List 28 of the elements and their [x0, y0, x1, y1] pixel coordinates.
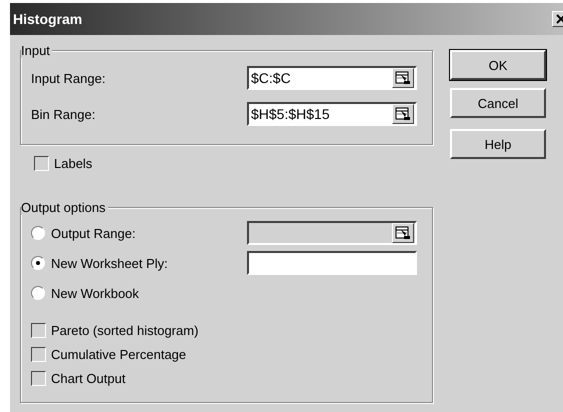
window-title: Histogram [13, 11, 82, 27]
group-title: Input [21, 43, 52, 58]
checkbox-label: Pareto (sorted histogram) [51, 322, 198, 338]
field-label: Input Range: [31, 70, 106, 86]
checkbox[interactable] [31, 346, 46, 362]
checkbox[interactable] [31, 370, 46, 386]
radio-button[interactable] [31, 286, 45, 300]
radio-button[interactable] [31, 226, 45, 240]
field-label: Bin Range: [31, 106, 96, 122]
dialog-button[interactable]: OK [450, 50, 546, 80]
radio-label: New Worksheet Ply: [51, 256, 169, 270]
range-field[interactable]: $C:$C [247, 66, 417, 90]
close-icon [556, 14, 563, 24]
group-title: Output options [21, 200, 108, 215]
checkbox-label: Cumulative Percentage [51, 346, 186, 362]
radio-label: Output Range: [51, 226, 137, 240]
checkbox-label: Labels [54, 156, 92, 170]
dialog-button[interactable]: Cancel [450, 88, 546, 118]
radio-button[interactable] [31, 256, 45, 270]
collapse-dialog-icon[interactable] [392, 68, 414, 88]
checkbox-label: Chart Output [51, 370, 126, 386]
checkbox[interactable] [34, 156, 49, 170]
checkbox[interactable] [31, 322, 46, 338]
collapse-dialog-icon[interactable] [392, 104, 414, 124]
range-field[interactable]: $H$5:$H$15 [247, 102, 417, 126]
radio-label: New Workbook [51, 286, 140, 300]
dialog-button[interactable]: Help [450, 129, 546, 159]
range-field[interactable] [247, 251, 417, 275]
